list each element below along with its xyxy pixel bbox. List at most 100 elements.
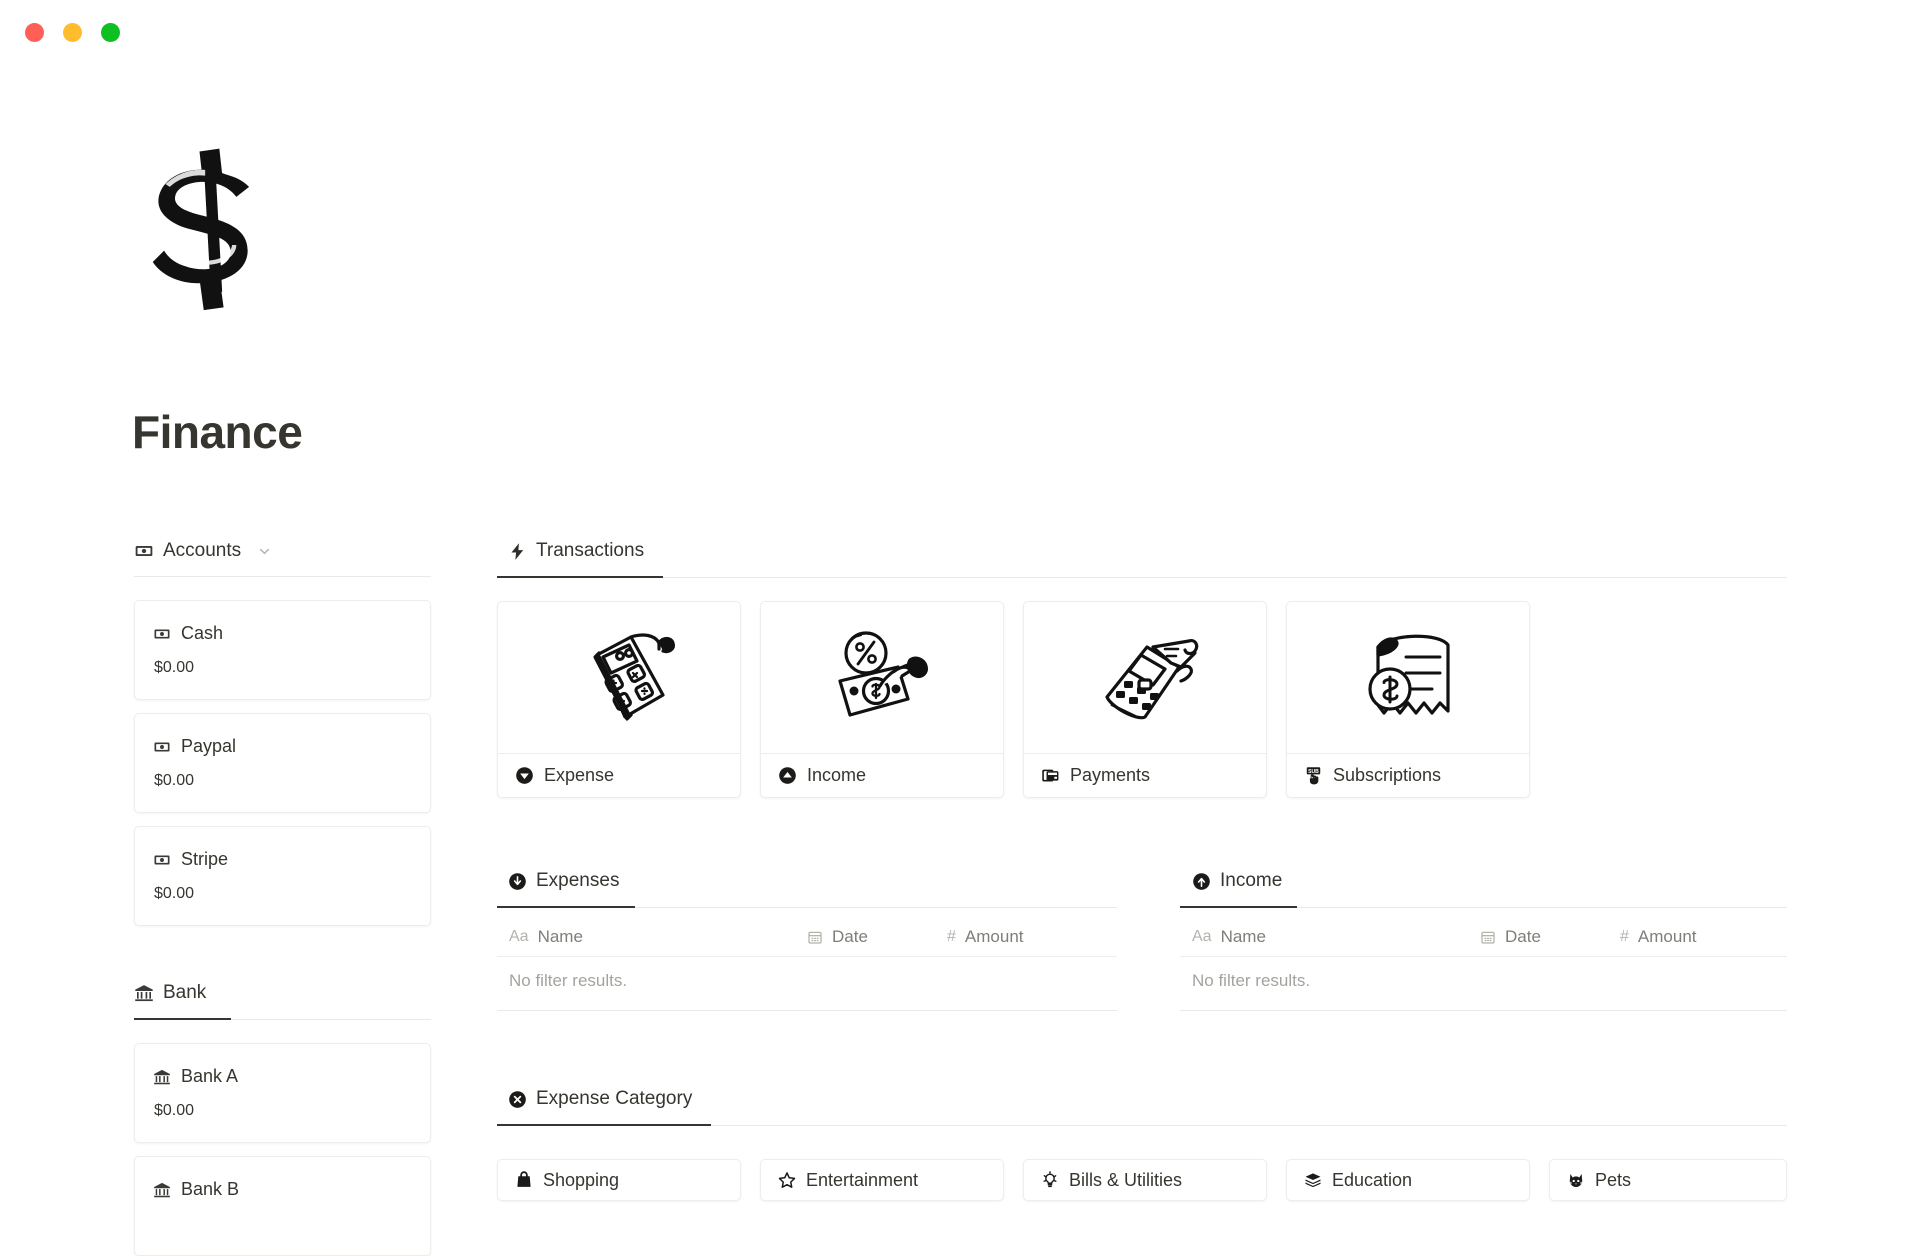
- star-icon: [778, 1171, 796, 1189]
- accounts-section-label: Accounts: [163, 540, 242, 561]
- calendar-icon: [1480, 929, 1496, 945]
- banknote-icon: [153, 851, 171, 869]
- shopping-bag-icon: [515, 1171, 533, 1189]
- arrow-down-circle-icon: [508, 872, 527, 891]
- transaction-tile-label-row: Expense: [498, 753, 740, 797]
- expense-category-section-label: Expense Category: [536, 1088, 693, 1109]
- category-chip-bills-utilities[interactable]: Bills & Utilities: [1023, 1159, 1267, 1201]
- arrow-down-circle-icon: [515, 766, 534, 785]
- account-card-title: Bank B: [153, 1179, 239, 1200]
- transaction-tile-income[interactable]: Income: [760, 601, 1004, 798]
- invoice-dollar-art: [1287, 602, 1529, 754]
- number-type-icon: #: [1620, 927, 1629, 945]
- transaction-tile-label: Income: [807, 764, 867, 785]
- income-col-date-label: Date: [1505, 926, 1541, 946]
- category-chip-label: Education: [1332, 1169, 1413, 1190]
- page-title: Finance: [132, 406, 303, 458]
- expenses-table-bottom-rule: [497, 1010, 1117, 1011]
- lightbulb-icon: [1041, 1171, 1059, 1189]
- expense-category-section-header[interactable]: Expense Category: [508, 1088, 692, 1121]
- category-chip-label: Shopping: [543, 1169, 620, 1190]
- arrow-up-circle-icon: [778, 766, 797, 785]
- income-table-header[interactable]: Income: [1192, 870, 1282, 903]
- transactions-section-header[interactable]: Transactions: [508, 540, 644, 573]
- category-chip-pets[interactable]: Pets: [1549, 1159, 1787, 1201]
- expenses-col-amount-label: Amount: [964, 926, 1024, 946]
- finance-page: Finance Accounts Cash $0.00 Paypal $0.00: [0, 0, 1920, 1256]
- account-card-paypal[interactable]: Paypal $0.00: [134, 713, 431, 813]
- banknote-icon: [153, 738, 171, 756]
- transactions-active-underline: [497, 576, 663, 578]
- transactions-section-label: Transactions: [536, 540, 645, 561]
- accounts-section-header[interactable]: Accounts: [134, 540, 272, 573]
- expenses-col-date[interactable]: Date: [807, 927, 947, 947]
- account-amount: $0.00: [154, 885, 195, 902]
- account-card-bank-b[interactable]: Bank B: [134, 1156, 431, 1256]
- money-percent-hand-art: [761, 602, 1003, 754]
- account-card-title: Stripe: [153, 849, 228, 870]
- credit-cards-icon: [1041, 766, 1060, 785]
- account-card-title: Paypal: [153, 736, 236, 757]
- account-name: Bank A: [181, 1066, 239, 1086]
- calculator-receipt-art: [498, 602, 740, 754]
- category-chip-shopping[interactable]: Shopping: [497, 1159, 741, 1201]
- expenses-active-underline: [497, 906, 635, 908]
- income-col-name[interactable]: Aa Name: [1180, 927, 1480, 947]
- accounts-section-rule: [134, 576, 431, 577]
- transaction-tile-expense[interactable]: Expense: [497, 601, 741, 798]
- expenses-table-header[interactable]: Expenses: [508, 870, 619, 903]
- arrow-up-circle-icon: [1192, 872, 1211, 891]
- sub-badge-icon: SUB: [1304, 766, 1323, 785]
- svg-text:SUB: SUB: [1308, 768, 1319, 774]
- chevron-down-icon[interactable]: [257, 544, 272, 559]
- bank-section-header[interactable]: Bank: [134, 982, 206, 1015]
- bank-section-active-underline: [134, 1018, 231, 1020]
- card-terminal-art: [1024, 602, 1266, 754]
- transaction-tile-label-row: SUB Subscriptions: [1287, 753, 1529, 797]
- transaction-tile-label: Expense: [544, 764, 615, 785]
- account-amount: $0.00: [154, 772, 195, 789]
- transaction-tile-subscriptions[interactable]: SUB Subscriptions: [1286, 601, 1530, 798]
- expenses-col-name[interactable]: Aa Name: [497, 927, 807, 947]
- x-circle-icon: [508, 1090, 527, 1109]
- bank-building-icon: [153, 1068, 171, 1086]
- account-card-stripe[interactable]: Stripe $0.00: [134, 826, 431, 926]
- bank-building-icon: [134, 983, 154, 1003]
- transaction-tile-label: Subscriptions: [1333, 764, 1442, 785]
- bank-section-label: Bank: [163, 982, 207, 1003]
- account-card-bank-a[interactable]: Bank A $0.00: [134, 1043, 431, 1143]
- expense-category-active-underline: [497, 1124, 711, 1126]
- category-chip-label: Entertainment: [806, 1169, 919, 1190]
- lightning-bolt-icon: [508, 542, 527, 561]
- category-chip-entertainment[interactable]: Entertainment: [760, 1159, 1004, 1201]
- banknote-icon: [153, 625, 171, 643]
- account-card-cash[interactable]: Cash $0.00: [134, 600, 431, 700]
- transaction-tile-label-row: Income: [761, 753, 1003, 797]
- category-chip-label: Pets: [1595, 1169, 1632, 1190]
- transactions-section-rule: [497, 577, 1787, 578]
- expenses-table-header-row: Aa Name Date # Amount: [497, 917, 1117, 957]
- income-table-header-row: Aa Name Date # Amount: [1180, 917, 1787, 957]
- text-type-icon: Aa: [509, 927, 529, 945]
- transaction-tile-label: Payments: [1070, 764, 1151, 785]
- income-col-amount[interactable]: # Amount: [1620, 927, 1760, 947]
- account-amount: $0.00: [154, 1102, 195, 1119]
- bank-building-icon: [153, 1181, 171, 1199]
- income-empty-state: No filter results.: [1192, 971, 1311, 990]
- transaction-tile-payments[interactable]: Payments: [1023, 601, 1267, 798]
- cat-face-icon: [1567, 1171, 1585, 1189]
- expenses-table-label: Expenses: [536, 870, 620, 891]
- income-col-name-label: Name: [1220, 926, 1266, 946]
- number-type-icon: #: [947, 927, 956, 945]
- account-name: Bank B: [181, 1179, 240, 1199]
- account-amount: $0.00: [154, 659, 195, 676]
- expenses-col-amount[interactable]: # Amount: [947, 927, 1087, 947]
- category-chip-label: Bills & Utilities: [1069, 1169, 1183, 1190]
- expenses-empty-state: No filter results.: [509, 971, 628, 990]
- account-card-title: Bank A: [153, 1066, 238, 1087]
- income-col-amount-label: Amount: [1637, 926, 1697, 946]
- income-col-date[interactable]: Date: [1480, 927, 1620, 947]
- income-table-bottom-rule: [1180, 1010, 1787, 1011]
- banknote-icon: [134, 541, 154, 561]
- category-chip-education[interactable]: Education: [1286, 1159, 1530, 1201]
